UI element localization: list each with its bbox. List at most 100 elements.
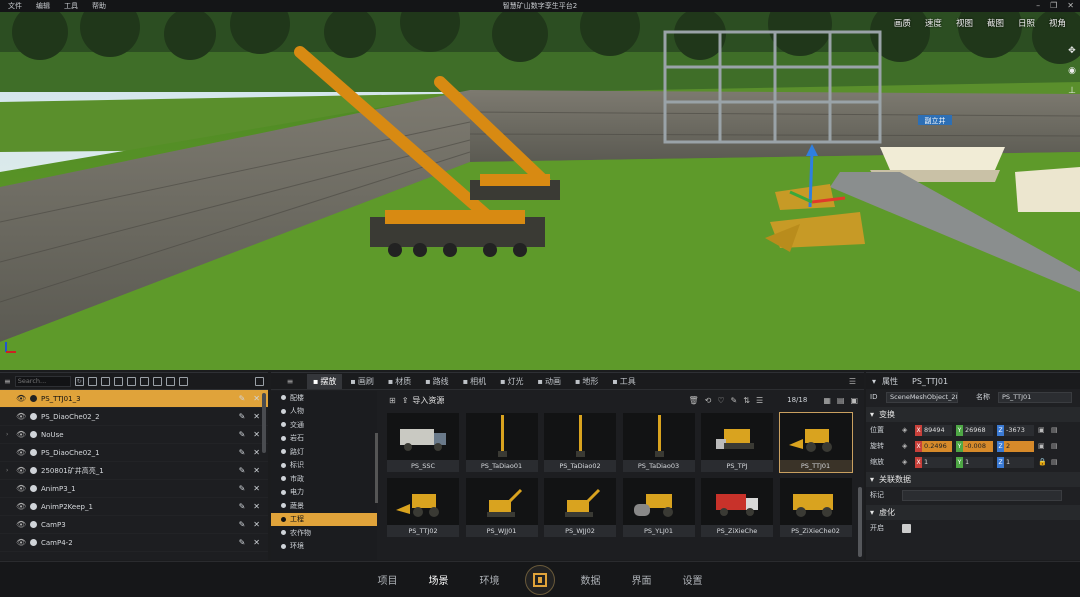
expand-arrow-icon[interactable]: › — [6, 431, 12, 438]
globe-icon[interactable]: ◉ — [1068, 66, 1076, 76]
edit-icon[interactable]: ✎ — [239, 430, 246, 439]
menu-edit[interactable]: 编辑 — [36, 1, 50, 11]
3d-viewport[interactable]: 副立井 画质 速度 视图 截图 日照 视角 ✥ ◉ ⊥ — [0, 12, 1080, 370]
category-item[interactable]: 标识 — [271, 459, 377, 473]
category-item[interactable]: 岩石 — [271, 432, 377, 446]
asset-tile[interactable]: PS_ZiXieChe02 — [779, 478, 852, 537]
delete-icon[interactable]: ✕ — [253, 430, 260, 439]
edit-icon[interactable]: ✎ — [239, 502, 246, 511]
asset-scrollbar[interactable] — [858, 487, 862, 557]
category-item[interactable]: 电力 — [271, 486, 377, 500]
copy-icon[interactable] — [139, 376, 149, 386]
app-logo-icon[interactable] — [525, 564, 555, 595]
edit-icon[interactable]: ✎ — [239, 412, 246, 421]
name-field[interactable]: PS_TTJ01 — [998, 391, 1072, 403]
delete-icon[interactable]: 🗑 — [689, 396, 699, 405]
id-field[interactable]: SceneMeshObject_281 — [886, 391, 958, 403]
asset-tile[interactable]: PS_TPJ — [701, 413, 773, 472]
delete-icon[interactable]: ✕ — [253, 466, 260, 475]
delete-icon[interactable]: ✕ — [253, 448, 260, 457]
sort-icon[interactable]: ☰ — [756, 396, 763, 405]
tab-3[interactable]: ▪ 路线 — [419, 374, 454, 389]
group-icon[interactable] — [178, 376, 188, 386]
collapse-icon[interactable]: ▾ — [872, 377, 876, 386]
position-z[interactable]: -3673 — [1004, 424, 1034, 436]
box-icon[interactable] — [165, 376, 175, 386]
paste-icon[interactable]: ▤ — [1051, 442, 1060, 450]
outliner-row[interactable]: › 👁 250801矿井高亮_1 ✎ ✕ — [0, 462, 268, 480]
rotation-x[interactable]: 0.2496 — [922, 440, 952, 452]
nav-project[interactable]: 项目 — [362, 572, 413, 587]
outliner-row[interactable]: 👁 PS_TTJ01_3 ✎ ✕ — [0, 390, 268, 408]
related-data-section[interactable]: ▾ 关联数据 — [866, 472, 1080, 487]
grid-icon[interactable] — [126, 376, 136, 386]
category-item[interactable]: 人物 — [271, 405, 377, 419]
grid-view-icon[interactable]: ▦ — [823, 396, 831, 405]
tab-2[interactable]: ▪ 材质 — [382, 374, 417, 389]
screenshot-button[interactable]: 截图 — [987, 17, 1004, 29]
nav-environment[interactable]: 环境 — [464, 572, 515, 587]
outliner-row[interactable]: 👁 AnimP3_1 ✎ ✕ — [0, 480, 268, 498]
scale-x[interactable]: 1 — [922, 456, 952, 468]
speed-button[interactable]: 速度 — [925, 17, 942, 29]
list-menu-icon[interactable]: ☰ — [849, 377, 864, 386]
tab-1[interactable]: ▪ 画刷 — [344, 374, 379, 389]
hamburger-icon[interactable]: ≡ — [275, 377, 305, 386]
list-icon[interactable] — [255, 376, 264, 386]
visibility-eye-icon[interactable]: 👁 — [16, 538, 26, 547]
edit-icon[interactable]: ✎ — [239, 538, 246, 547]
sunlight-button[interactable]: 日照 — [1018, 17, 1035, 29]
edit-icon[interactable]: ✎ — [239, 466, 246, 475]
copy-icon[interactable]: ▣ — [1038, 426, 1047, 434]
category-item[interactable]: 交通 — [271, 418, 377, 432]
outliner-row[interactable]: 👁 PS_DiaoChe02_1 ✎ ✕ — [0, 444, 268, 462]
tab-5[interactable]: ▪ 灯光 — [494, 374, 529, 389]
menu-file[interactable]: 文件 — [8, 1, 22, 11]
edit-icon[interactable]: ✎ — [239, 448, 246, 457]
nav-settings[interactable]: 设置 — [667, 572, 718, 587]
category-item[interactable]: 市政 — [271, 472, 377, 486]
tab-4[interactable]: ▪ 相机 — [457, 374, 492, 389]
virtual-section[interactable]: ▾ 虚化 — [866, 505, 1080, 520]
transform-section[interactable]: ▾ 变换 — [866, 407, 1080, 422]
edit-icon[interactable]: ✎ — [239, 394, 246, 403]
menu-help[interactable]: 帮助 — [92, 1, 106, 11]
visibility-eye-icon[interactable]: 👁 — [16, 412, 26, 421]
refresh-icon[interactable]: ↻ — [74, 376, 84, 386]
menu-tools[interactable]: 工具 — [64, 1, 78, 11]
delete-icon[interactable]: ✕ — [253, 538, 260, 547]
delete-icon[interactable]: ✕ — [253, 394, 260, 403]
square-icon[interactable] — [152, 376, 162, 386]
pin-icon[interactable]: ⊥ — [1068, 86, 1076, 96]
enable-checkbox[interactable] — [902, 523, 911, 533]
category-item[interactable]: 路灯 — [271, 445, 377, 459]
sort-az-icon[interactable]: ⇅ — [743, 396, 750, 405]
visibility-eye-icon[interactable]: 👁 — [16, 520, 26, 529]
rotation-y[interactable]: -0.008 — [963, 440, 993, 452]
outliner-search-input[interactable] — [14, 375, 71, 387]
asset-tile[interactable]: PS_SSC — [387, 413, 459, 472]
minimize-icon[interactable]: – — [1036, 1, 1040, 10]
asset-tile[interactable]: PS_TTJ01 — [778, 412, 853, 473]
edit-icon[interactable]: ✎ — [239, 520, 246, 529]
lock-icon[interactable]: 🔒 — [1038, 458, 1047, 466]
tab-8[interactable]: ▪ 工具 — [606, 374, 641, 389]
asset-tile[interactable]: PS_TTJ02 — [387, 478, 459, 537]
tab-0[interactable]: ▪ 摆放 — [307, 373, 343, 389]
close-icon[interactable]: ✕ — [1067, 1, 1074, 10]
position-y[interactable]: 26968 — [963, 424, 993, 436]
favorite-icon[interactable]: ♡ — [717, 396, 724, 405]
asset-type-icon[interactable]: ⊞ — [389, 396, 396, 405]
scale-z[interactable]: 1 — [1004, 456, 1034, 468]
edit-icon[interactable]: ✎ — [731, 396, 738, 405]
visibility-eye-icon[interactable]: 👁 — [16, 502, 26, 511]
asset-tile[interactable]: PS_ZiXieChe — [701, 478, 773, 537]
asset-tile[interactable]: PS_WJJ02 — [544, 478, 616, 537]
outliner-row[interactable]: 👁 PS_DiaoChe02_2 ✎ ✕ — [0, 408, 268, 426]
asset-tile[interactable]: PS_TaDiao03 — [622, 413, 695, 472]
outliner-row[interactable]: › 👁 NoUse ✎ ✕ — [0, 426, 268, 444]
position-x[interactable]: 89494 — [922, 424, 952, 436]
camera-icon[interactable] — [113, 376, 123, 386]
outliner-row[interactable]: 👁 CamP3 ✎ ✕ — [0, 516, 268, 534]
camera-angle-button[interactable]: 视角 — [1049, 17, 1066, 29]
